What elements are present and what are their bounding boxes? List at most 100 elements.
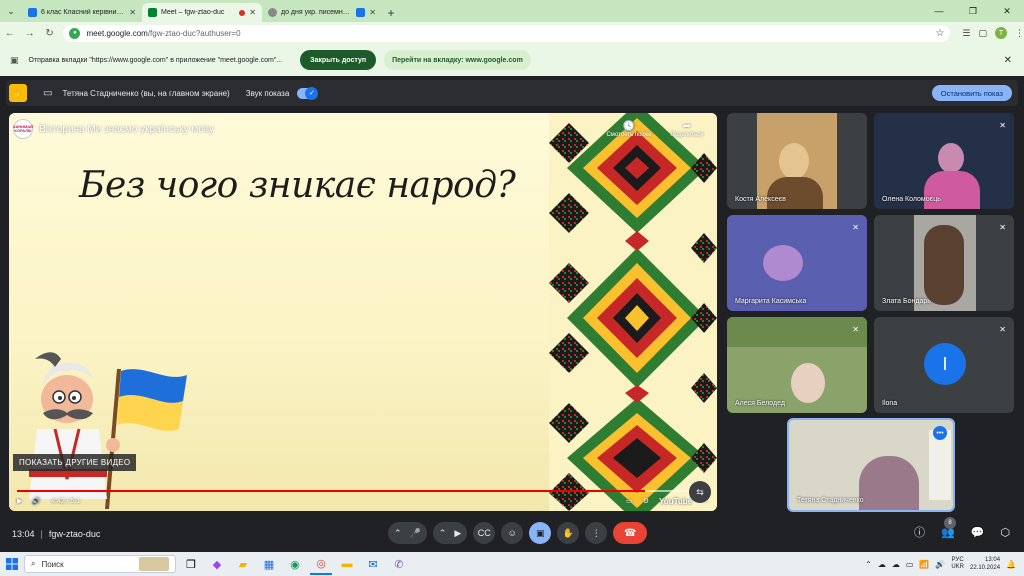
- stop-sharing-button[interactable]: Закрыть доступ: [300, 50, 377, 70]
- video-progress-fill: [17, 490, 645, 492]
- mic-off-icon: ✕: [999, 121, 1006, 130]
- task-view-icon[interactable]: ❐: [180, 553, 202, 575]
- browser-tab-meet[interactable]: Meet – fgw-ztao-duc ✕: [142, 3, 262, 22]
- tab-title: Meet – fgw-ztao-duc: [161, 9, 225, 16]
- restore-icon[interactable]: ❐: [956, 0, 990, 22]
- participant-tile[interactable]: ✕ Олена Коломоєць: [874, 113, 1014, 209]
- volume-icon[interactable]: 🔊: [32, 497, 41, 505]
- chat-icon[interactable]: 💬: [971, 526, 985, 539]
- close-icon[interactable]: ✕: [249, 8, 256, 17]
- browser-tab-classroom[interactable]: 6 клас Класний керівник Кузь ✕: [22, 3, 142, 22]
- settings-gear-icon[interactable]: ⚙: [643, 497, 649, 505]
- forward-icon[interactable]: →: [20, 28, 40, 39]
- close-icon[interactable]: ✕: [1004, 55, 1012, 66]
- outlook-icon[interactable]: ✉: [362, 553, 384, 575]
- camera-control[interactable]: ⌃ ▶: [432, 522, 468, 544]
- video-title[interactable]: Вікторина Ми знаємо українську мову: [39, 124, 214, 135]
- stop-presenting-button[interactable]: Остановить показ: [931, 85, 1012, 101]
- taskbar-search-box[interactable]: ⌕ Поиск: [24, 555, 176, 573]
- url-domain: meet.google.com: [86, 28, 148, 38]
- present-screen-icon: ▭: [43, 87, 53, 99]
- close-window-icon[interactable]: ✕: [990, 0, 1024, 22]
- participant-tile[interactable]: ✕ Алеся Белодед: [727, 317, 867, 413]
- chevron-up-icon[interactable]: ⌃: [394, 528, 402, 539]
- self-view-tile[interactable]: ••• Тетяна Стадниченко: [787, 418, 955, 512]
- emoji-icon[interactable]: ☺: [501, 522, 524, 544]
- onedrive-icon[interactable]: ☁: [892, 560, 900, 569]
- raise-hand-icon[interactable]: ✋: [557, 522, 580, 544]
- close-icon[interactable]: ✕: [129, 8, 136, 17]
- camera-icon[interactable]: ▶: [454, 528, 461, 539]
- sidepanel-icon[interactable]: ▢: [978, 28, 987, 39]
- play-icon[interactable]: ▶: [17, 497, 22, 505]
- activities-icon[interactable]: ⬡: [1000, 526, 1010, 539]
- share-video-button[interactable]: ➦ Поделиться: [659, 121, 715, 138]
- windows-logo-icon: [6, 558, 18, 570]
- video-time: 4:42 / 5:1: [51, 497, 81, 505]
- chrome-icon[interactable]: ◎: [310, 553, 332, 575]
- channel-avatar[interactable]: ЗАНИМАЙ КОРАЛІК: [13, 119, 33, 139]
- leave-call-button[interactable]: ☎: [613, 522, 648, 544]
- close-icon[interactable]: ✕: [369, 8, 376, 17]
- youtube-logo[interactable]: YouTube: [659, 497, 692, 506]
- kebab-menu-icon[interactable]: ⋮: [1015, 28, 1024, 39]
- reload-icon[interactable]: ↻: [40, 28, 60, 39]
- participant-tile[interactable]: Костя Алексеєв: [727, 113, 867, 209]
- more-videos-button[interactable]: ПОКАЗАТЬ ДРУГИЕ ВИДЕО: [13, 454, 137, 471]
- more-options-icon[interactable]: •••: [933, 426, 947, 440]
- participant-video: [727, 215, 867, 311]
- profile-avatar[interactable]: T: [994, 27, 1007, 39]
- watch-later-button[interactable]: 🕓 Смотреть позже: [599, 121, 659, 138]
- more-options-icon[interactable]: ⋮: [585, 522, 608, 544]
- notifications-icon[interactable]: 🔔: [1006, 560, 1016, 569]
- weather-icon[interactable]: ☁: [878, 560, 886, 569]
- participant-name: Маргарита Касимська: [735, 298, 807, 305]
- presentation-stage[interactable]: ЗАНИМАЙ КОРАЛІК Вікторина Ми знаємо укра…: [9, 113, 717, 511]
- file-explorer-icon[interactable]: ▰: [232, 553, 254, 575]
- captions-icon[interactable]: CC: [473, 522, 496, 544]
- tray-chevron-icon[interactable]: ⌃: [865, 560, 872, 569]
- present-now-icon[interactable]: ▣: [529, 522, 552, 544]
- mic-off-icon: ✕: [852, 223, 859, 232]
- taskbar-clock[interactable]: 13:04 22.10.2024: [970, 556, 1000, 572]
- minimize-icon[interactable]: —: [922, 0, 956, 22]
- search-highlight-image: [139, 557, 169, 571]
- video-progress-bar[interactable]: [17, 490, 707, 492]
- edge-icon[interactable]: ◉: [284, 553, 306, 575]
- media-queue-icon[interactable]: ☰: [962, 28, 970, 39]
- participant-tile[interactable]: ✕ Маргарита Касимська: [727, 215, 867, 311]
- back-icon[interactable]: ←: [0, 28, 20, 39]
- participant-name: Алеся Белодед: [735, 400, 785, 407]
- mic-icon[interactable]: 🎤: [410, 528, 421, 539]
- share-audio-toggle[interactable]: [297, 86, 319, 100]
- store-icon[interactable]: ▦: [258, 553, 280, 575]
- url-path: /fgw-ztao-duc?authuser=0: [147, 28, 241, 38]
- bookmark-star-icon[interactable]: ☆: [935, 28, 944, 39]
- battery-icon[interactable]: ▭: [906, 560, 914, 569]
- browser-tab-google[interactable]: до дня укр. писемності та ✕: [262, 3, 382, 22]
- speaker-icon[interactable]: 🔊: [935, 560, 945, 569]
- chevron-up-icon[interactable]: ⌃: [439, 528, 447, 539]
- wifi-icon[interactable]: 📶: [919, 560, 929, 569]
- participant-tile[interactable]: I ✕ Ilona: [874, 317, 1014, 413]
- mic-control[interactable]: ⌃ 🎤: [388, 522, 427, 544]
- go-to-tab-button[interactable]: Перейти на вкладку: www.google.com: [384, 50, 531, 70]
- folder-icon[interactable]: ▬: [336, 553, 358, 575]
- keyboard-language[interactable]: РУС UKR: [951, 557, 964, 571]
- clock-icon: 🕓: [622, 121, 636, 132]
- site-info-icon[interactable]: ●: [69, 27, 81, 39]
- new-tab-button[interactable]: +: [382, 6, 400, 20]
- subtitles-icon[interactable]: ▭: [626, 497, 633, 505]
- viber-icon[interactable]: ✆: [388, 553, 410, 575]
- tab-search-icon[interactable]: ⌄: [0, 0, 22, 22]
- search-placeholder: Поиск: [41, 559, 64, 569]
- copilot-icon[interactable]: ◆: [206, 553, 228, 575]
- windows-start-icon[interactable]: [0, 558, 24, 570]
- participant-tile[interactable]: ✕ Злата Бондарь: [874, 215, 1014, 311]
- people-icon[interactable]: 👥 8: [941, 516, 956, 539]
- url-bar[interactable]: ● meet.google.com/fgw-ztao-duc?authuser=…: [63, 24, 951, 42]
- presenter-label: Тетяна Стадниченко (вы, на главном экран…: [62, 88, 230, 98]
- meeting-info-icon[interactable]: ⓘ: [914, 524, 925, 540]
- recording-dot-icon: [239, 9, 246, 16]
- swap-tiles-icon[interactable]: ⇆: [689, 481, 711, 503]
